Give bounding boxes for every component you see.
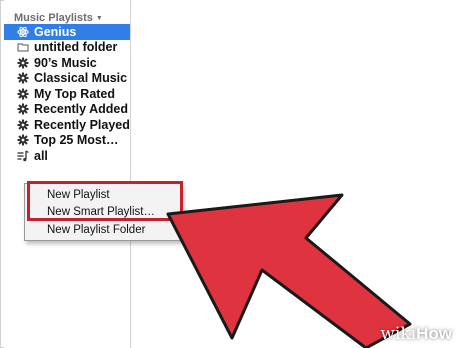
sidebar-item-recently-played[interactable]: Recently Played: [4, 117, 130, 133]
gear-icon: [17, 72, 29, 84]
sidebar-item-untitled-folder[interactable]: untitled folder: [4, 40, 130, 56]
sidebar-item-label: My Top Rated: [34, 86, 116, 101]
sidebar-item-all[interactable]: all: [4, 148, 130, 164]
gear-icon: [17, 134, 29, 146]
sidebar: Music Playlists ▼ Genius untitled folder…: [4, 0, 131, 348]
sidebar-item-label: all: [34, 148, 48, 163]
sidebar-item-90s-music[interactable]: 90’s Music: [4, 55, 130, 71]
sidebar-item-label: Recently Played: [34, 117, 130, 132]
sidebar-item-label: Genius: [34, 24, 77, 39]
chevron-down-icon: ▼: [95, 14, 103, 22]
gear-icon: [17, 88, 29, 100]
sidebar-item-classical-music[interactable]: Classical Music: [4, 71, 130, 87]
sidebar-item-label: 90’s Music: [34, 55, 97, 70]
watermark-wiki: wiki: [380, 324, 417, 344]
folder-icon: [17, 41, 29, 53]
gear-icon: [17, 103, 29, 115]
sidebar-item-label: untitled folder: [34, 40, 118, 55]
highlight-box: [27, 181, 183, 221]
gear-icon: [17, 57, 29, 69]
gear-icon: [17, 119, 29, 131]
sidebar-item-top-25-most[interactable]: Top 25 Most…: [4, 133, 130, 149]
genius-icon: [17, 26, 29, 38]
sidebar-item-my-top-rated[interactable]: My Top Rated: [4, 86, 130, 102]
wikihow-watermark: wikiHow: [380, 324, 452, 344]
sidebar-item-recently-added[interactable]: Recently Added: [4, 102, 130, 118]
sidebar-item-label: Recently Added: [34, 102, 129, 117]
playlist-icon: [17, 150, 29, 162]
sidebar-item-label: Top 25 Most…: [34, 133, 119, 148]
music-playlists-header[interactable]: Music Playlists ▼: [14, 12, 103, 24]
main-content-area: [131, 0, 460, 348]
section-title: Music Playlists: [14, 12, 93, 24]
sidebar-item-genius[interactable]: Genius: [4, 24, 130, 40]
watermark-how: How: [416, 324, 452, 343]
sidebar-item-label: Classical Music: [34, 71, 128, 86]
playlist-list: Genius untitled folder 90’s Music Classi…: [4, 24, 130, 164]
menu-item-new-playlist-folder[interactable]: New Playlist Folder: [25, 224, 181, 236]
